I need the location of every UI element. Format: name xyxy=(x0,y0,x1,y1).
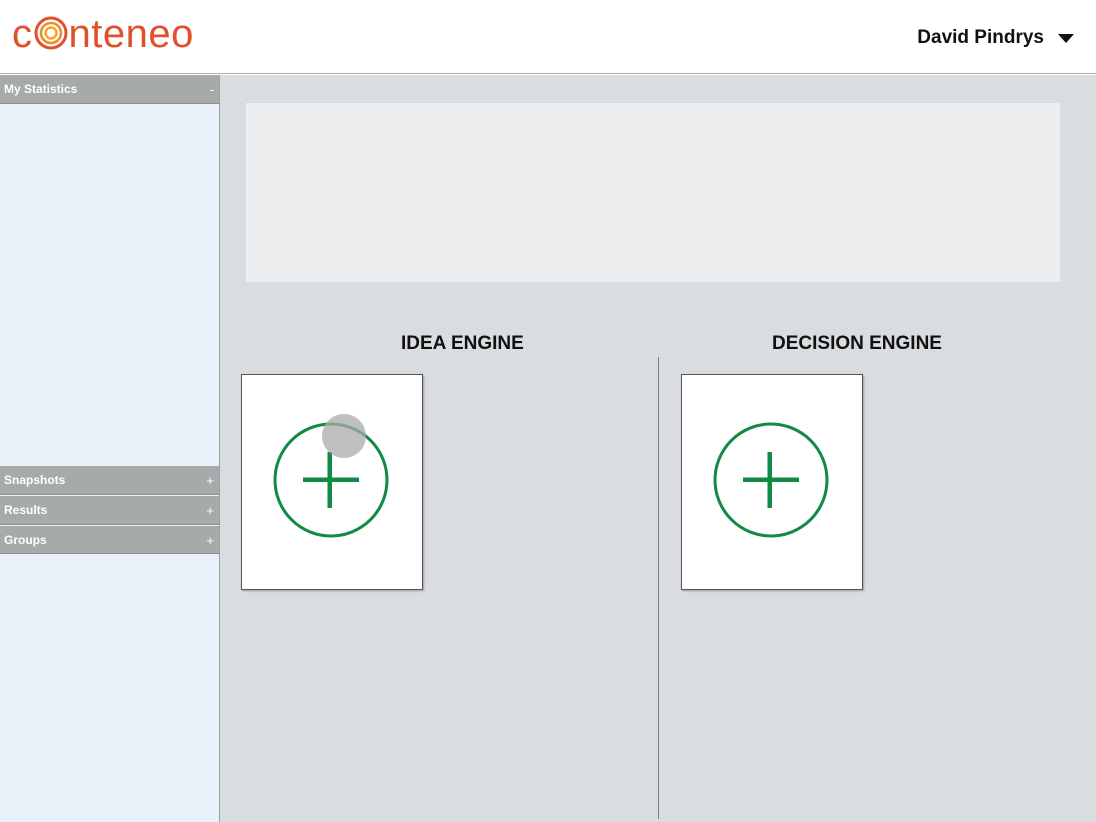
engine-divider xyxy=(658,357,659,819)
banner-area xyxy=(246,103,1060,282)
logo-circles-icon xyxy=(34,16,67,50)
logo-text: c nteneo xyxy=(12,12,194,56)
panel-label: Snapshots xyxy=(4,473,66,487)
sidebar: My Statistics - Snapshots + Results + Gr… xyxy=(0,75,220,822)
expand-toggle[interactable]: + xyxy=(206,496,214,525)
conteneo-logo[interactable]: c nteneo xyxy=(12,12,194,56)
collapse-toggle[interactable]: - xyxy=(210,75,214,104)
expand-toggle[interactable]: + xyxy=(206,466,214,495)
decision-engine-title: DECISION ENGINE xyxy=(772,333,942,354)
panel-groups[interactable]: Groups + xyxy=(0,526,219,554)
app-header: c nteneo David Pindrys xyxy=(0,0,1096,74)
add-idea-card[interactable] xyxy=(241,374,423,590)
panel-snapshots[interactable]: Snapshots + xyxy=(0,466,219,495)
user-menu[interactable]: David Pindrys xyxy=(917,27,1074,49)
user-name: David Pindrys xyxy=(917,27,1044,48)
panel-label: My Statistics xyxy=(4,82,78,96)
plus-circle-icon[interactable] xyxy=(713,422,829,538)
panel-label: Results xyxy=(4,503,48,517)
add-decision-card[interactable] xyxy=(681,374,863,590)
panel-results[interactable]: Results + xyxy=(0,496,219,525)
panel-my-statistics[interactable]: My Statistics - xyxy=(0,75,219,104)
panel-label: Groups xyxy=(4,533,47,547)
expand-toggle[interactable]: + xyxy=(206,526,214,555)
idea-engine-title: IDEA ENGINE xyxy=(401,333,524,354)
caret-down-icon[interactable] xyxy=(1058,33,1074,43)
touch-cursor-indicator xyxy=(322,414,366,458)
main-content: IDEA ENGINE DECISION ENGINE xyxy=(220,75,1096,822)
